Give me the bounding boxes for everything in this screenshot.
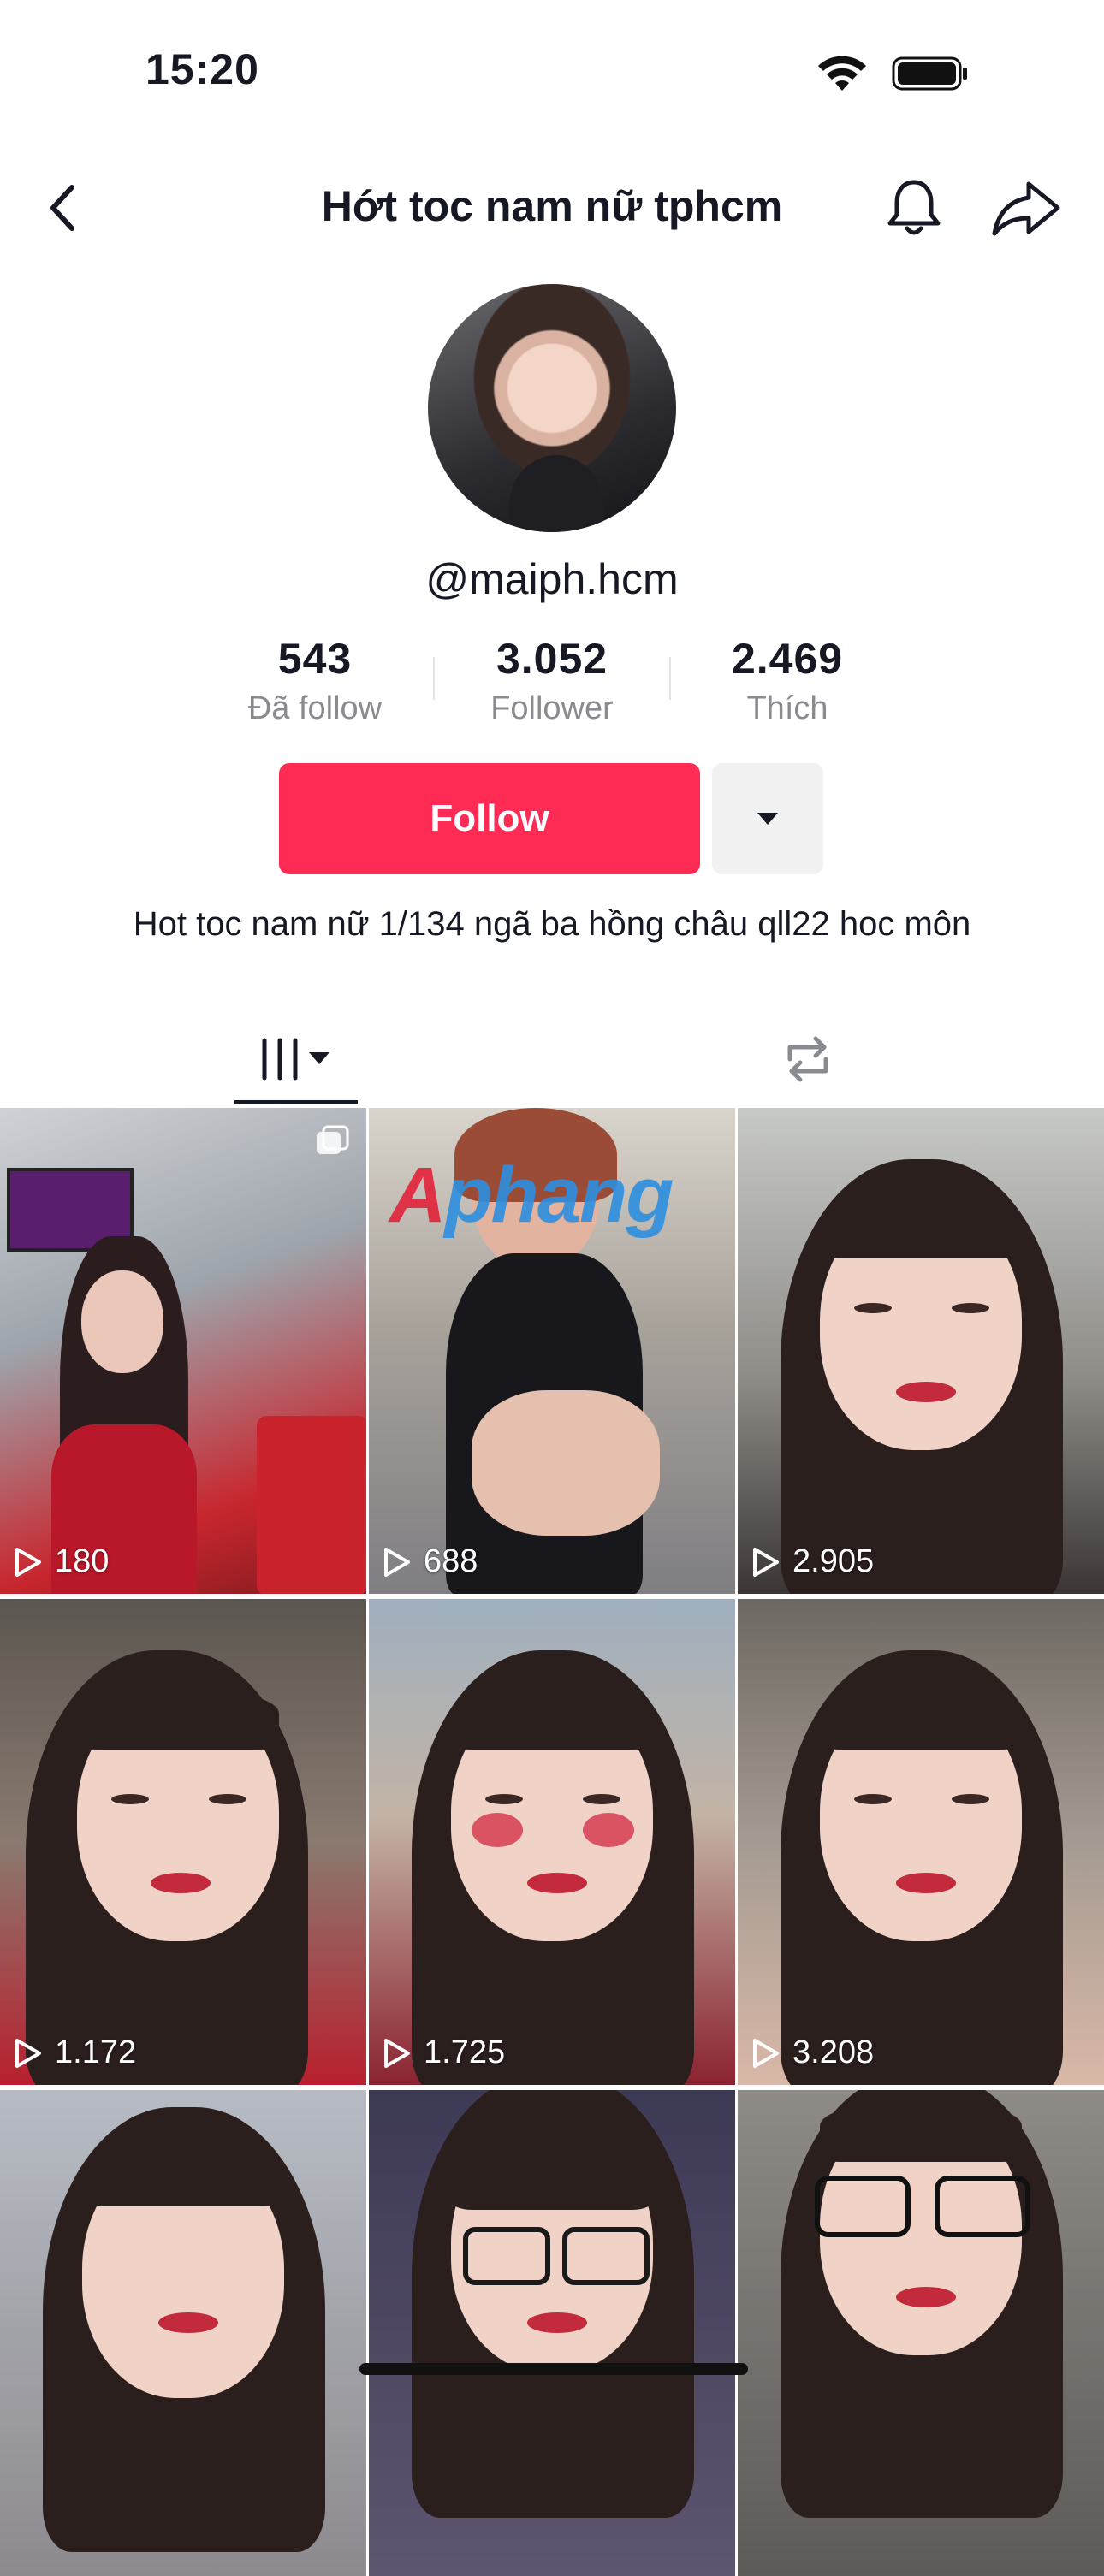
view-count-value: 1.172 xyxy=(55,2034,137,2070)
view-count-value: 2.905 xyxy=(792,1543,875,1579)
view-count-value: 3.208 xyxy=(792,2034,875,2070)
stat-label: Follower xyxy=(490,690,614,726)
video-tile[interactable]: Aphang 688 xyxy=(369,1108,735,1594)
watermark-logo: Aphang xyxy=(389,1152,674,1239)
multi-photo-icon xyxy=(317,1125,349,1154)
tab-selected-indicator xyxy=(234,1100,358,1104)
home-indicator[interactable] xyxy=(359,2363,748,2375)
stat-label: Đã follow xyxy=(247,690,383,726)
view-count: 2.905 xyxy=(751,1543,874,1580)
suggested-accounts-button[interactable] xyxy=(712,763,823,874)
video-tile[interactable]: 2.905 xyxy=(738,1108,1104,1594)
follow-button[interactable]: Follow xyxy=(279,763,700,874)
play-icon xyxy=(15,1547,41,1577)
play-icon xyxy=(753,2038,779,2068)
video-tile[interactable] xyxy=(738,2090,1104,2576)
videos-grid-icon xyxy=(262,1038,329,1081)
bio: Hot toc nam nữ 1/134 ngã ba hồng châu ql… xyxy=(133,905,971,943)
tab-videos[interactable] xyxy=(234,1018,358,1100)
view-count-value: 180 xyxy=(55,1543,110,1579)
stat-following[interactable]: 543 Đã follow xyxy=(204,631,426,731)
stat-value: 2.469 xyxy=(731,635,844,683)
view-count: 180 xyxy=(14,1543,109,1580)
video-tile[interactable]: 1.725 xyxy=(369,1599,735,2085)
caret-down-icon xyxy=(757,813,778,825)
battery-icon xyxy=(892,56,967,91)
stat-followers[interactable]: 3.052 Follower xyxy=(441,631,663,731)
stat-likes: 2.469 Thích xyxy=(676,631,899,731)
stat-label: Thích xyxy=(746,690,828,726)
view-count: 688 xyxy=(383,1543,478,1580)
view-count: 1.725 xyxy=(383,2034,505,2071)
play-icon xyxy=(384,1547,410,1577)
play-icon xyxy=(753,1547,779,1577)
stat-value: 3.052 xyxy=(496,635,608,683)
status-time: 15:20 xyxy=(145,45,259,93)
share-button[interactable] xyxy=(989,175,1063,240)
bell-icon xyxy=(887,180,941,235)
glasses xyxy=(815,2176,911,2237)
view-count-value: 1.725 xyxy=(424,2034,506,2070)
stat-divider xyxy=(433,657,435,700)
video-tile[interactable]: 180 xyxy=(0,1108,366,1594)
view-count-value: 688 xyxy=(424,1543,478,1579)
username: @maiph.hcm xyxy=(425,555,679,603)
video-tile[interactable]: 3.208 xyxy=(738,1599,1104,2085)
share-arrow-icon xyxy=(992,181,1060,236)
notification-button[interactable] xyxy=(881,175,947,240)
stat-value: 543 xyxy=(277,635,353,683)
video-tile[interactable] xyxy=(369,2090,735,2576)
avatar[interactable] xyxy=(428,284,676,532)
video-tile[interactable]: 1.172 xyxy=(0,1599,366,2085)
video-tile[interactable] xyxy=(0,2090,366,2576)
repost-icon xyxy=(787,1036,828,1082)
stat-divider xyxy=(669,657,671,700)
play-icon xyxy=(384,2038,410,2068)
view-count: 3.208 xyxy=(751,2034,874,2071)
tab-reposts[interactable] xyxy=(753,1018,863,1100)
wifi-icon xyxy=(818,56,866,91)
view-count: 1.172 xyxy=(14,2034,136,2071)
play-icon xyxy=(15,2038,41,2068)
glasses xyxy=(463,2227,550,2285)
